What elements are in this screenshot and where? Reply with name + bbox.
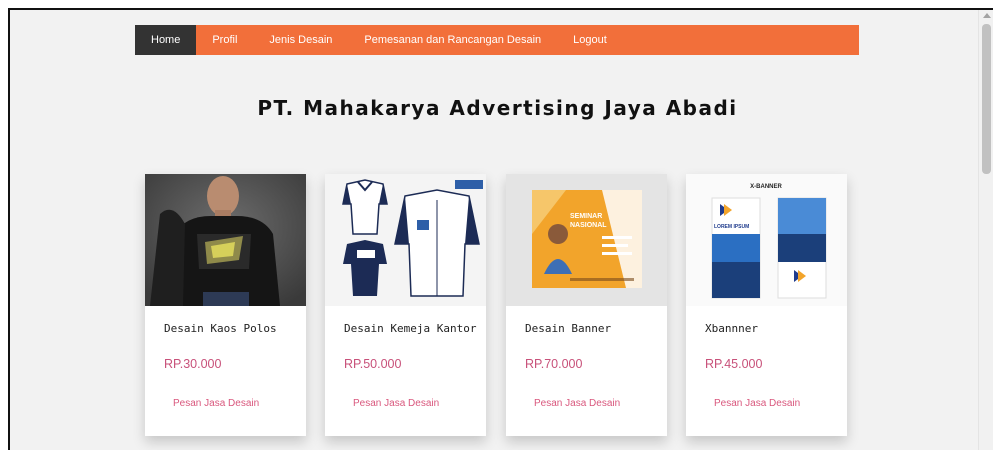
product-price: RP.50.000	[344, 357, 402, 371]
product-name: Desain Kaos Polos	[164, 322, 277, 335]
product-price: RP.30.000	[164, 357, 222, 371]
page-title: PT. Mahakarya Advertising Jaya Abadi	[257, 96, 738, 120]
product-price: RP.70.000	[525, 357, 583, 371]
order-design-link[interactable]: Pesan Jasa Desain	[353, 398, 439, 409]
product-price: RP.45.000	[705, 357, 763, 371]
xbanner-text: LOREM IPSUM	[714, 224, 749, 230]
order-design-link[interactable]: Pesan Jasa Desain	[714, 398, 800, 409]
banner-heading-1: SEMINAR	[570, 213, 602, 220]
scroll-up-arrow-icon[interactable]	[983, 13, 991, 18]
xbanner-image: X-BANNER LOREM IPSUM	[686, 174, 847, 306]
product-card-xbanner: X-BANNER LOREM IPSUM Xbannner RP.45.000 …	[686, 174, 847, 436]
order-design-link[interactable]: Pesan Jasa Desain	[173, 398, 259, 409]
nav-logout[interactable]: Logout	[557, 25, 623, 55]
nav-home[interactable]: Home	[135, 25, 197, 55]
product-name: Desain Kemeja Kantor	[344, 322, 477, 335]
product-name: Xbannner	[705, 322, 758, 335]
product-card-banner: SEMINAR NASIONAL Desain Banner RP.70.000…	[506, 174, 667, 436]
product-card-kemeja: Desain Kemeja Kantor RP.50.000 Pesan Jas…	[325, 174, 486, 436]
office-shirt-image	[325, 174, 486, 306]
nav-profil[interactable]: Profil	[196, 25, 253, 55]
main-navbar: Home Profil Jenis Desain Pemesanan dan R…	[135, 25, 859, 55]
order-design-link[interactable]: Pesan Jasa Desain	[534, 398, 620, 409]
banner-image: SEMINAR NASIONAL	[506, 174, 667, 306]
browser-viewport: Home Profil Jenis Desain Pemesanan dan R…	[8, 8, 993, 450]
scroll-thumb[interactable]	[982, 24, 991, 174]
banner-heading-2: NASIONAL	[570, 222, 607, 229]
xbanner-label: X-BANNER	[750, 184, 782, 190]
vertical-scrollbar[interactable]	[978, 10, 993, 450]
product-card-kaos: Desain Kaos Polos RP.30.000 Pesan Jasa D…	[145, 174, 306, 436]
nav-jenis-desain[interactable]: Jenis Desain	[253, 25, 348, 55]
product-name: Desain Banner	[525, 322, 612, 335]
nav-pemesanan[interactable]: Pemesanan dan Rancangan Desain	[348, 25, 557, 55]
tshirt-image	[145, 174, 306, 306]
